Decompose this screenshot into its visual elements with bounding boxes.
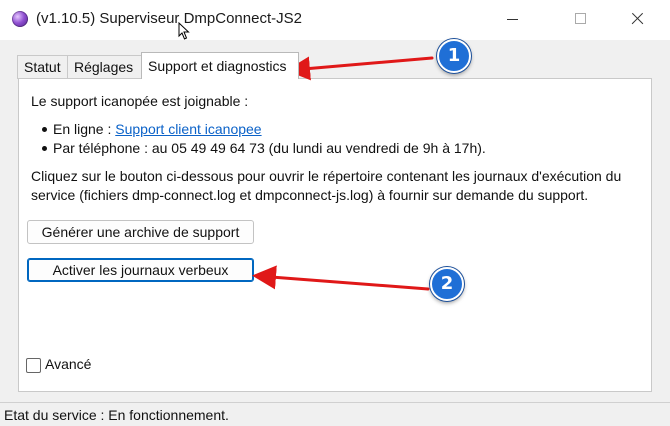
phone-support-line: Par téléphone : au 05 49 49 64 73 (du lu… [42, 140, 486, 156]
window-title: (v1.10.5) Superviseur DmpConnect-JS2 [36, 10, 302, 27]
title-bar: (v1.10.5) Superviseur DmpConnect-JS2 [0, 0, 670, 40]
generate-archive-button[interactable]: Générer une archive de support [27, 220, 254, 244]
enable-verbose-logs-button[interactable]: Activer les journaux verbeux [27, 258, 254, 282]
service-status: Etat du service : En fonctionnement. [4, 407, 229, 423]
instructions-line-2: service (fichiers dmp-connect.log et dmp… [31, 187, 589, 203]
bullet-icon [42, 127, 47, 132]
annotation-badge-2: 2 [430, 267, 464, 301]
bullet-icon [42, 146, 47, 151]
annotation-arrow-1 [286, 56, 434, 81]
advanced-checkbox[interactable] [26, 358, 41, 373]
online-support-line: En ligne : Support client icanopee [42, 121, 262, 137]
phone-text: Par téléphone : au 05 49 49 64 73 (du lu… [53, 140, 486, 156]
close-button[interactable] [614, 0, 660, 38]
support-client-link[interactable]: Support client icanopee [115, 121, 261, 137]
tab-statut[interactable]: Statut [17, 55, 73, 79]
tab-reglages[interactable]: Réglages [67, 55, 148, 79]
advanced-label[interactable]: Avancé [45, 356, 91, 372]
mouse-cursor-icon [178, 22, 190, 40]
support-intro: Le support icanopée est joignable : [31, 93, 249, 109]
support-panel: Le support icanopée est joignable : En l… [18, 78, 652, 392]
status-bar: Etat du service : En fonctionnement. [0, 402, 670, 426]
maximize-button[interactable] [556, 0, 602, 38]
minimize-button[interactable] [490, 0, 536, 38]
instructions-line-1: Cliquez sur le bouton ci-dessous pour ou… [31, 168, 622, 184]
app-orb-icon [12, 11, 28, 27]
annotation-badge-1: 1 [437, 39, 471, 73]
online-prefix: En ligne : [53, 121, 116, 137]
tab-support-diagnostics[interactable]: Support et diagnostics [141, 52, 299, 79]
